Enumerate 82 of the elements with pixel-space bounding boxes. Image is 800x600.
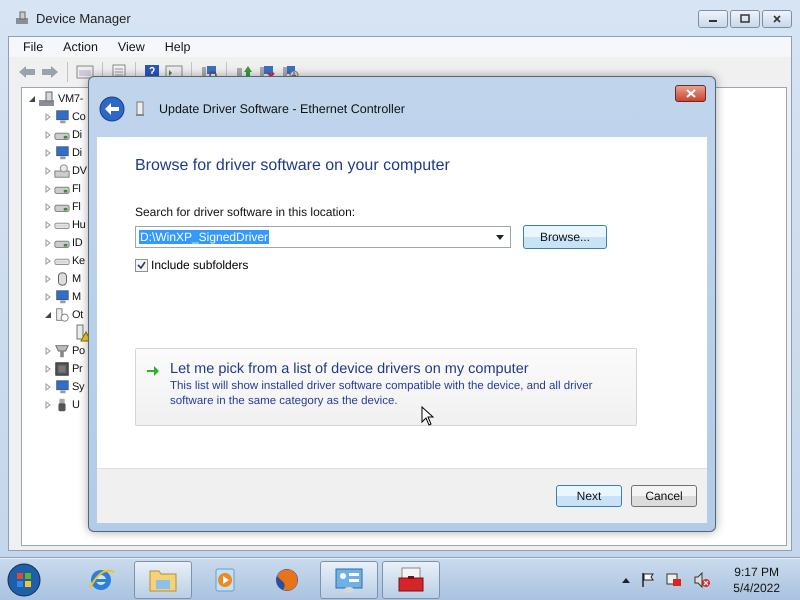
tree-item[interactable]: Co	[72, 111, 86, 123]
speaker-muted-icon[interactable]	[693, 572, 712, 588]
clock-time[interactable]: 9:17 PM	[734, 564, 779, 578]
back-button-icon[interactable]	[99, 96, 125, 122]
collapse-icon[interactable]	[28, 95, 36, 103]
expand-icon[interactable]	[44, 257, 52, 265]
tree-item[interactable]: Sy	[72, 381, 84, 393]
tree-item[interactable]: Di	[72, 147, 82, 159]
tree-item[interactable]: ID	[72, 237, 82, 249]
expand-icon[interactable]	[44, 365, 52, 373]
clock-date[interactable]: 5/4/2022	[733, 580, 780, 594]
monitor-icon	[54, 109, 70, 125]
checkbox-label: Include subfolders	[151, 258, 248, 272]
toolbox-icon	[396, 566, 426, 594]
expand-icon[interactable]	[44, 293, 52, 301]
menu-item[interactable]: Help	[164, 40, 190, 54]
tree-item[interactable]: VM7-	[58, 93, 84, 105]
menu-item[interactable]: Action	[63, 40, 98, 54]
mouse-pointer-icon	[421, 406, 434, 426]
taskbar-button[interactable]	[382, 560, 440, 598]
checkbox[interactable]	[135, 258, 148, 272]
browse-button[interactable]: Browse...	[523, 225, 608, 249]
expand-icon[interactable]	[44, 113, 52, 121]
close-icon	[772, 14, 782, 24]
expand-icon[interactable]	[44, 347, 52, 355]
arrow-icon	[146, 365, 160, 377]
network-adapter-icon	[135, 101, 145, 117]
close-button[interactable]	[762, 10, 792, 28]
expand-icon[interactable]	[44, 185, 52, 193]
window-title: Device Manager	[36, 10, 131, 26]
unknown-device-icon	[54, 307, 70, 323]
expand-icon[interactable]	[44, 203, 52, 211]
computer-icon	[14, 10, 30, 26]
tree-item[interactable]: Fl	[72, 201, 81, 213]
tree-item[interactable]: Fl	[72, 183, 81, 195]
minimize-button[interactable]	[698, 10, 728, 28]
tree-item[interactable]: Hu	[72, 219, 86, 231]
chip-icon	[54, 361, 70, 377]
computer-icon	[38, 91, 56, 107]
tree-item[interactable]: M	[72, 273, 81, 285]
dialog-button[interactable]: Next	[556, 485, 622, 507]
tree-item[interactable]: Di	[72, 129, 82, 141]
monitor-icon	[54, 145, 70, 161]
collapse-icon[interactable]	[44, 311, 52, 319]
control-panel-icon	[333, 566, 365, 594]
expand-icon[interactable]	[44, 275, 52, 283]
dialog-title: Update Driver Software - Ethernet Controller	[159, 102, 405, 116]
close-button[interactable]	[675, 85, 706, 102]
pick-driver-option[interactable]: Let me pick from a list of device drivers on my computer This list will show installed driver software compatible with the device, and all driver software in the same category as the device.	[135, 348, 637, 426]
expand-icon[interactable]	[44, 401, 52, 409]
close-icon	[686, 89, 696, 98]
tree-item[interactable]: Po	[72, 345, 85, 357]
show-hidden-icons-icon[interactable]	[621, 576, 632, 584]
tree-item[interactable]: M	[72, 291, 81, 303]
maximize-icon	[740, 14, 750, 24]
maximize-button[interactable]	[730, 10, 760, 28]
page-heading: Browse for driver software on your computer	[135, 157, 451, 175]
disc-drive-icon	[54, 163, 70, 179]
expand-icon[interactable]	[44, 131, 52, 139]
tree-item[interactable]: Pr	[72, 363, 82, 375]
expand-icon[interactable]	[44, 221, 52, 229]
tree-item[interactable]: Ot	[72, 309, 84, 321]
port-icon	[54, 343, 70, 359]
menu-item[interactable]: File	[23, 40, 44, 54]
expand-icon[interactable]	[44, 239, 52, 247]
panel-icon[interactable]	[76, 64, 94, 80]
tree-item[interactable]: Ke	[72, 255, 85, 267]
dialog-button[interactable]: Cancel	[631, 485, 697, 507]
dropdown-icon	[496, 234, 504, 240]
network-icon[interactable]	[665, 572, 684, 588]
expand-icon[interactable]	[44, 149, 52, 157]
monitor-icon	[54, 379, 70, 395]
monitor-icon	[54, 289, 70, 305]
tree-item[interactable]: U	[72, 399, 80, 411]
taskbar-button[interactable]	[320, 560, 378, 598]
flag-icon[interactable]	[641, 572, 656, 588]
start-button[interactable]	[6, 562, 42, 598]
expand-icon[interactable]	[44, 167, 52, 175]
location-label: Search for driver software in this location:	[135, 205, 356, 219]
menu-item[interactable]: View	[118, 40, 145, 54]
expand-icon[interactable]	[44, 383, 52, 391]
tree-item[interactable]: DV	[72, 165, 87, 177]
